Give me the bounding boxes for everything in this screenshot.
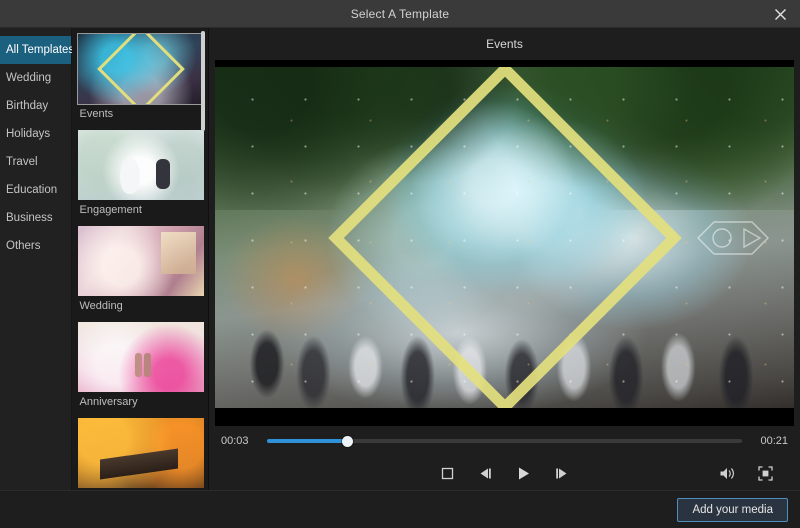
video-stage[interactable]: [215, 60, 794, 426]
template-label: Birthday: [78, 488, 204, 490]
category-sidebar: All Templates Wedding Birthday Holidays …: [0, 28, 75, 490]
template-label: Wedding: [79, 300, 123, 312]
sidebar-item-holidays[interactable]: Holidays: [0, 120, 71, 148]
dialog-footer: Add your media: [0, 490, 800, 528]
transport-controls: [209, 456, 800, 490]
window-titlebar: Select A Template: [0, 0, 800, 28]
play-shape-overlay-icon: [696, 218, 770, 258]
previous-frame-icon[interactable]: [473, 462, 499, 484]
thumbnail-art: [77, 418, 204, 488]
sidebar-item-label: Business: [6, 212, 53, 224]
template-thumbnail: [76, 33, 205, 105]
template-list-panel[interactable]: Events Engagement Wedding Anniversary: [72, 28, 209, 490]
sidebar-item-label: Travel: [6, 156, 38, 168]
template-list-scrollbar[interactable]: [201, 31, 205, 131]
fullscreen-icon[interactable]: [752, 462, 778, 484]
player-right-controls: [708, 456, 784, 490]
thumbnail-art: [77, 226, 204, 296]
template-item-wedding[interactable]: Wedding: [77, 226, 204, 312]
template-label: Anniversary: [79, 396, 138, 408]
total-time: 00:21: [760, 435, 788, 447]
preview-heading: Events: [209, 28, 800, 60]
template-item-events[interactable]: Events: [76, 33, 205, 120]
thumbnail-art: [77, 130, 204, 200]
sidebar-item-business[interactable]: Business: [0, 204, 71, 232]
sidebar-item-label: Holidays: [6, 128, 51, 140]
template-item-birthday[interactable]: Birthday: [77, 418, 204, 490]
seek-slider[interactable]: [267, 435, 742, 447]
play-icon[interactable]: [511, 462, 537, 484]
template-thumbnail: [77, 418, 204, 488]
next-frame-icon[interactable]: [549, 462, 575, 484]
seek-progress: [267, 439, 348, 443]
sidebar-item-birthday[interactable]: Birthday: [0, 92, 71, 120]
template-label: Engagement: [79, 204, 142, 216]
diamond-overlay-icon: [96, 34, 185, 104]
preview-panel: Events 00:03 00:21: [209, 28, 800, 490]
template-label: Events: [79, 108, 114, 120]
template-list: Events Engagement Wedding Anniversary: [72, 33, 208, 490]
close-icon[interactable]: [760, 0, 800, 28]
template-thumbnail: [77, 226, 204, 296]
add-your-media-button[interactable]: Add your media: [677, 497, 788, 522]
template-thumbnail: [77, 130, 204, 200]
timeline: 00:03 00:21: [209, 426, 800, 456]
sidebar-item-wedding[interactable]: Wedding: [0, 64, 71, 92]
video-frame: [215, 67, 794, 408]
sidebar-item-education[interactable]: Education: [0, 176, 71, 204]
select-template-dialog: Select A Template All Templates Wedding …: [0, 0, 800, 528]
current-time: 00:03: [221, 435, 249, 447]
template-item-engagement[interactable]: Engagement: [77, 130, 204, 216]
sidebar-item-travel[interactable]: Travel: [0, 148, 71, 176]
thumbnail-art: [77, 34, 204, 104]
seek-handle[interactable]: [342, 435, 354, 447]
sidebar-item-label: Others: [6, 240, 41, 252]
template-item-anniversary[interactable]: Anniversary: [77, 322, 204, 408]
template-thumbnail: [77, 322, 204, 392]
dialog-body: All Templates Wedding Birthday Holidays …: [0, 28, 800, 490]
stop-icon[interactable]: [435, 462, 461, 484]
sidebar-item-label: All Templates: [6, 44, 75, 56]
window-title: Select A Template: [350, 6, 450, 21]
sidebar-item-others[interactable]: Others: [0, 232, 71, 260]
sidebar-item-label: Birthday: [6, 100, 49, 112]
sidebar-item-all-templates[interactable]: All Templates: [0, 36, 75, 64]
sidebar-item-label: Wedding: [6, 72, 52, 84]
sidebar-item-label: Education: [6, 184, 58, 196]
thumbnail-art: [77, 322, 204, 392]
volume-icon[interactable]: [714, 462, 740, 484]
